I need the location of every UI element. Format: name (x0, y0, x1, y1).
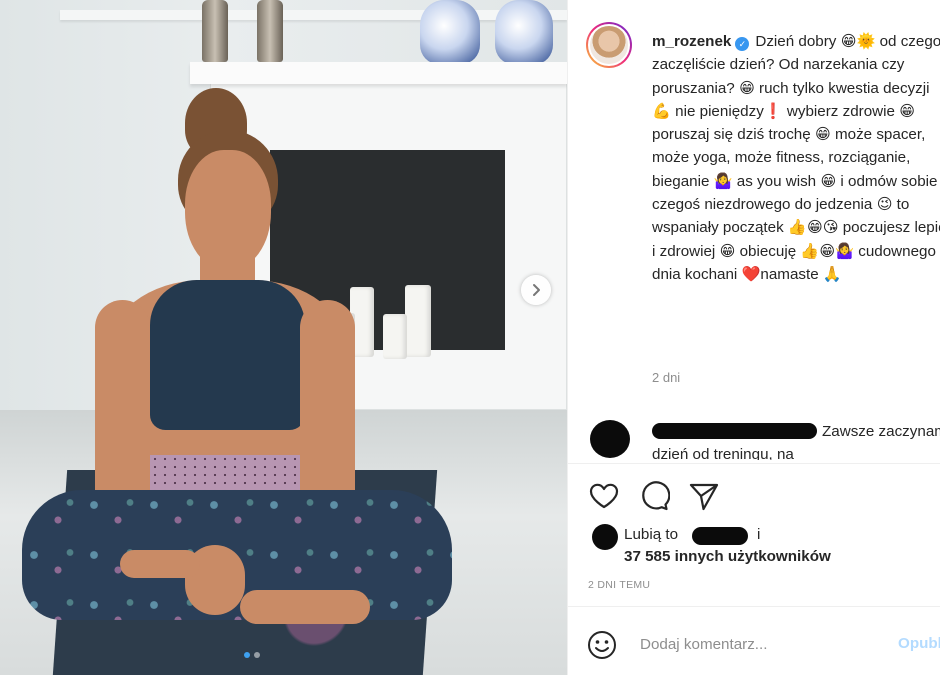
carousel-dots (244, 652, 260, 658)
like-count[interactable]: 37 585 innych użytkowników (624, 548, 831, 565)
comment-icon (642, 481, 671, 511)
share-button[interactable] (688, 480, 720, 512)
liked-by-suffix: i (757, 526, 761, 543)
like-button[interactable] (588, 480, 620, 512)
vase (495, 0, 553, 64)
post-actions: Lubią to i 37 585 innych użytkowników 2 … (568, 463, 940, 675)
author-avatar[interactable] (586, 22, 632, 68)
publish-button[interactable]: Opublikuj (898, 635, 940, 652)
emoji-button[interactable] (586, 629, 618, 661)
face (185, 150, 271, 270)
liked-by-text: Lubią to i (624, 526, 760, 543)
heart-icon (589, 483, 619, 509)
post-sidebar: m_rozenek ✓ Dzień dobry 😁🌞 od czego zaczęl… (567, 0, 940, 675)
liker-avatar-redacted[interactable] (592, 524, 618, 550)
foot (120, 550, 200, 578)
carousel-next-button[interactable] (521, 275, 551, 305)
post-photo[interactable] (0, 0, 567, 675)
commenter-avatar-redacted[interactable] (590, 420, 630, 458)
candle (383, 314, 407, 359)
carousel-dot (254, 652, 260, 658)
candle-holder (202, 0, 228, 62)
author-username[interactable]: m_rozenek (652, 33, 731, 50)
photo-shelf (60, 10, 567, 20)
comment-input[interactable] (640, 631, 890, 657)
vase (420, 0, 480, 64)
fireplace-mantel (190, 62, 567, 84)
paper-plane-icon (689, 483, 719, 511)
commenter-username-redacted[interactable] (652, 423, 817, 439)
candle-holder (257, 0, 283, 62)
chevron-right-icon (533, 284, 540, 296)
add-comment-bar: Opublikuj (568, 606, 940, 675)
candle (405, 285, 431, 357)
verified-badge-icon: ✓ (735, 37, 750, 51)
caption: m_rozenek ✓ Dzień dobry 😁🌞 od czego zaczęl… (652, 30, 940, 286)
caption-time[interactable]: 2 dni (652, 370, 680, 385)
caption-text: Dzień dobry 😁🌞 od czego zaczęliście dzie… (652, 33, 940, 283)
carousel-dot (244, 652, 250, 658)
comment-item: Zawsze zaczynam dzień od treningu, na (586, 418, 940, 460)
caption-section: m_rozenek ✓ Dzień dobry 😁🌞 od czego zaczęl… (568, 0, 940, 460)
comment-button[interactable] (638, 480, 671, 512)
post-date[interactable]: 2 DNI TEMU (588, 579, 650, 591)
liker-username-redacted[interactable] (692, 527, 748, 545)
foot (240, 590, 370, 624)
smiley-icon (588, 631, 616, 659)
sports-top (150, 280, 305, 430)
liked-by-prefix: Lubią to (624, 526, 679, 543)
